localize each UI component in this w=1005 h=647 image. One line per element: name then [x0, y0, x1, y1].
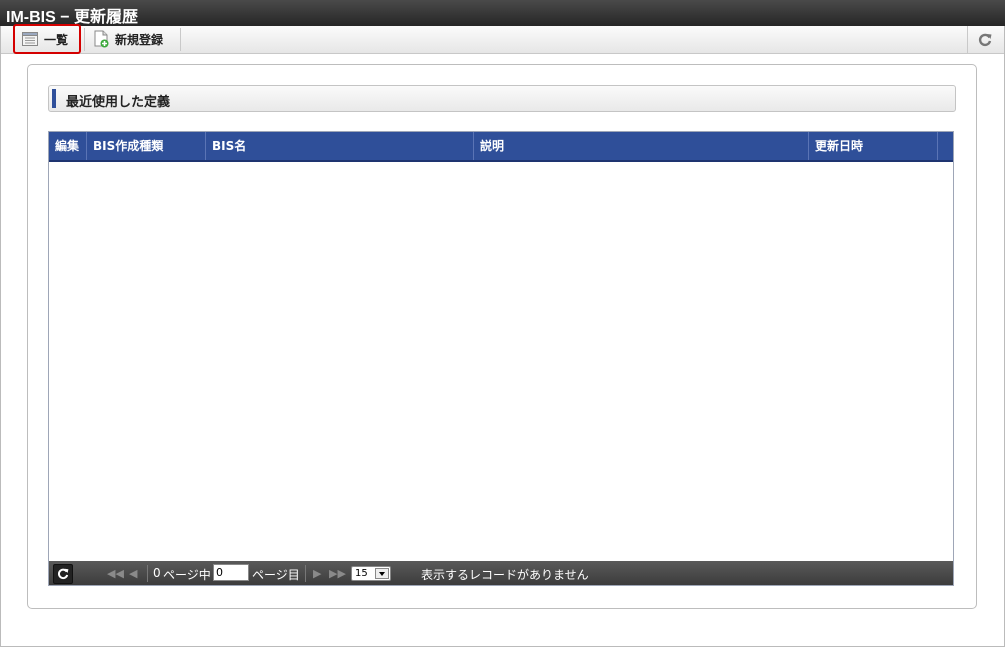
column-header-bis-type[interactable]: BIS作成種類: [87, 132, 206, 160]
list-icon: [22, 32, 38, 46]
page-size-value: 15: [355, 568, 368, 579]
next-page-icon[interactable]: ▶: [313, 567, 321, 580]
page-suffix-label: ページ目: [252, 568, 300, 582]
new-register-button-label: 新規登録: [115, 32, 164, 47]
content-panel: 最近使用した定義 編集 BIS作成種類 BIS名 説明 更新日時 ◀◀ ◀ 0 …: [27, 64, 977, 609]
first-page-icon[interactable]: ◀◀: [107, 567, 124, 580]
table-body: [49, 162, 953, 561]
last-page-icon[interactable]: ▶▶: [329, 567, 346, 580]
new-register-button[interactable]: 新規登録: [93, 28, 163, 50]
pager-refresh-button[interactable]: [53, 564, 73, 584]
list-button-label: 一覧: [44, 32, 69, 47]
toolbar-divider: [84, 28, 85, 51]
new-document-icon: [94, 30, 109, 48]
section-accent-bar: [52, 89, 56, 108]
frame-border: [0, 53, 1, 647]
page-of-label: ページ中: [163, 568, 211, 582]
section-title: 最近使用した定義: [66, 95, 171, 110]
toolbar: 一覧 新規登録: [0, 24, 1005, 54]
total-pages: 0: [153, 566, 161, 580]
refresh-icon: [978, 33, 992, 46]
pager-divider: [147, 565, 148, 582]
list-button[interactable]: 一覧: [13, 24, 81, 54]
page-size-select[interactable]: 15: [351, 566, 391, 581]
column-header-edit[interactable]: 編集: [49, 132, 87, 160]
column-header-description[interactable]: 説明: [474, 132, 809, 160]
column-header-updated-at[interactable]: 更新日時: [809, 132, 938, 160]
pager-status: 表示するレコードがありません: [421, 568, 589, 582]
refresh-icon: [57, 568, 69, 580]
current-page-input[interactable]: 0: [213, 564, 249, 581]
column-header-bis-name[interactable]: BIS名: [206, 132, 474, 160]
section-header: 最近使用した定義: [48, 85, 956, 112]
table-header: 編集 BIS作成種類 BIS名 説明 更新日時: [49, 132, 953, 162]
toolbar-divider: [180, 28, 181, 51]
refresh-button[interactable]: [967, 26, 1002, 53]
title-bar: IM-BIS − 更新履歴: [0, 0, 1005, 26]
prev-page-icon[interactable]: ◀: [129, 567, 137, 580]
pager: ◀◀ ◀ 0 ページ中 0 ページ目 ▶ ▶▶ 15 表示するレコードがありませ…: [49, 561, 953, 585]
recent-definitions-table: 編集 BIS作成種類 BIS名 説明 更新日時 ◀◀ ◀ 0 ページ中 0 ペー…: [48, 131, 954, 586]
pager-divider: [305, 565, 306, 582]
chevron-down-icon: [375, 568, 389, 579]
